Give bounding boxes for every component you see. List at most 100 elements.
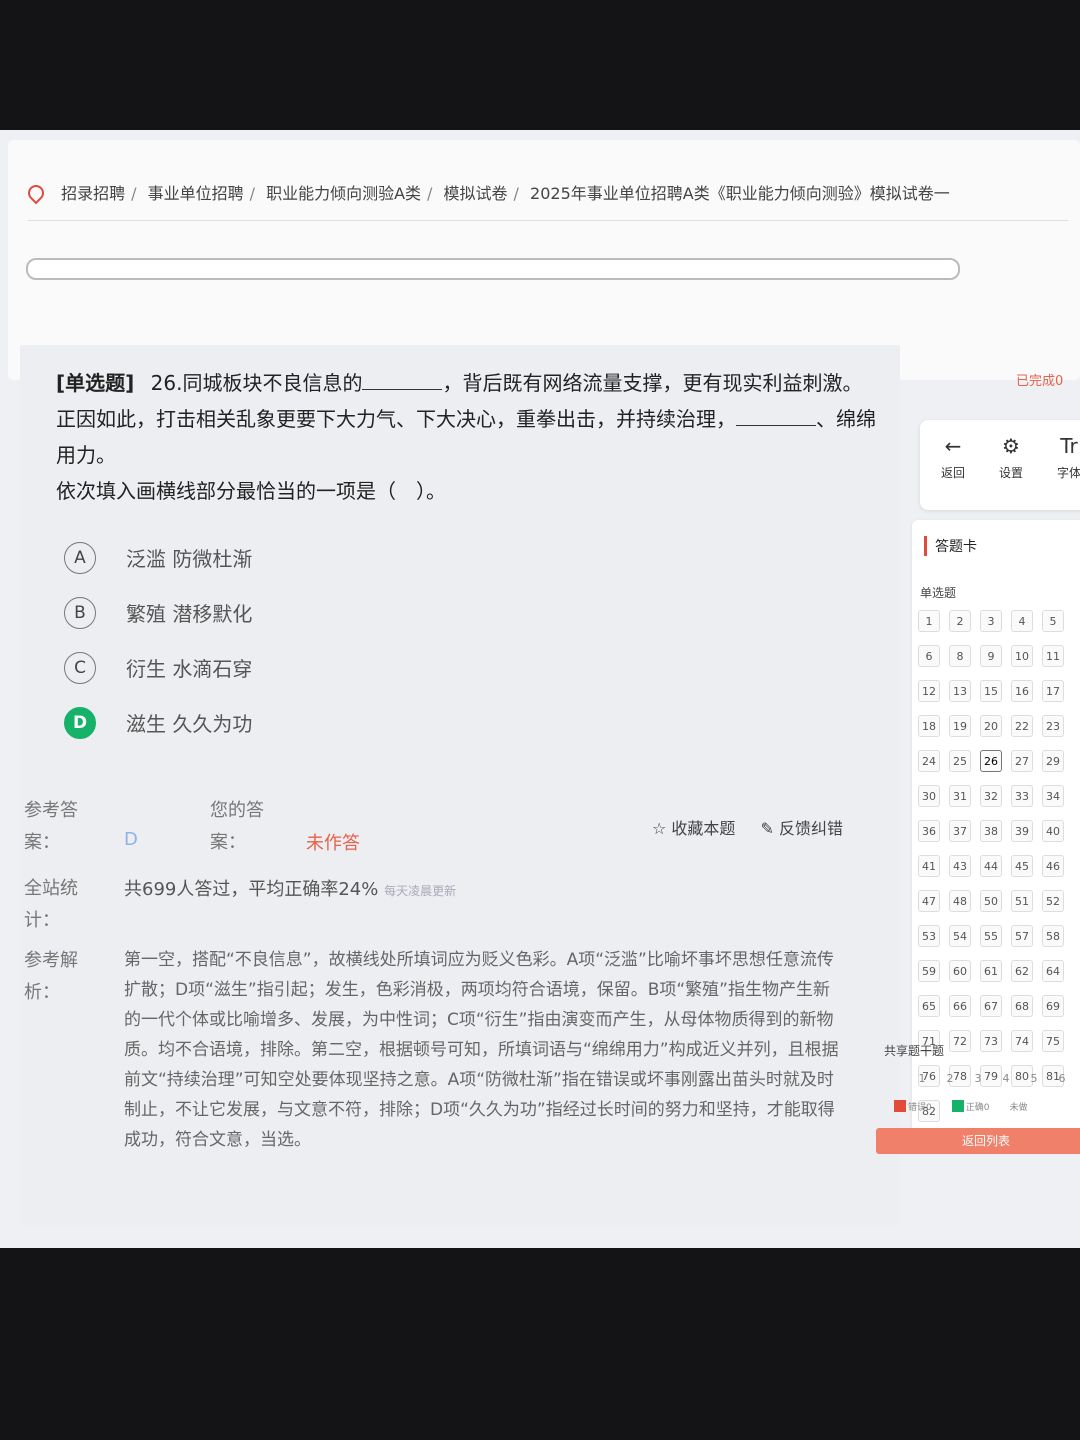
question-number-cell[interactable]: 48 bbox=[949, 890, 971, 912]
shared-question-cell[interactable]: 5 bbox=[1024, 1068, 1044, 1088]
options-list: A 泛滥 防微杜渐 B 繁殖 潜移默化 C 衍生 水滴石穿 D 滋生 久久为功 bbox=[64, 530, 252, 750]
shared-question-cell[interactable]: 2 bbox=[940, 1068, 960, 1088]
wrong-swatch-icon bbox=[894, 1100, 906, 1112]
shared-question-cell[interactable]: 3 bbox=[968, 1068, 988, 1088]
option-a[interactable]: A 泛滥 防微杜渐 bbox=[64, 530, 252, 585]
question-number-cell[interactable]: 73 bbox=[980, 1030, 1002, 1052]
favorite-button[interactable]: ☆ 收藏本题 bbox=[652, 819, 735, 838]
question-number-cell[interactable]: 15 bbox=[980, 680, 1002, 702]
question-number-cell[interactable]: 62 bbox=[1011, 960, 1033, 982]
question-number-cell[interactable]: 33 bbox=[1011, 785, 1033, 807]
question-text-1: 26.同城板块不良信息的 bbox=[150, 371, 363, 395]
question-number-cell[interactable]: 8 bbox=[949, 645, 971, 667]
breadcrumb-item-5: 2025年事业单位招聘A类《职业能力倾向测验》模拟试卷一 bbox=[530, 184, 950, 203]
blank-1 bbox=[362, 373, 443, 390]
breadcrumb-item-1[interactable]: 招录招聘 bbox=[61, 184, 125, 203]
question-number-cell[interactable]: 27 bbox=[1011, 750, 1033, 772]
question-number-cell[interactable]: 1 bbox=[918, 610, 940, 632]
question-number-cell[interactable]: 43 bbox=[949, 855, 971, 877]
option-letter: D bbox=[64, 706, 96, 739]
question-number-cell[interactable]: 31 bbox=[949, 785, 971, 807]
question-number-cell[interactable]: 39 bbox=[1011, 820, 1033, 842]
option-text: 繁殖 潜移默化 bbox=[126, 602, 253, 626]
option-c[interactable]: C 衍生 水滴石穿 bbox=[64, 640, 252, 695]
question-number-cell[interactable]: 40 bbox=[1042, 820, 1064, 842]
question-number-cell[interactable]: 13 bbox=[949, 680, 971, 702]
font-button[interactable]: Tr 字体 bbox=[1044, 434, 1080, 481]
question-number-cell[interactable]: 22 bbox=[1011, 715, 1033, 737]
question-number-cell[interactable]: 50 bbox=[980, 890, 1002, 912]
shared-question-cell[interactable]: 4 bbox=[996, 1068, 1016, 1088]
question-number-cell[interactable]: 65 bbox=[918, 995, 940, 1017]
question-number-cell[interactable]: 36 bbox=[918, 820, 940, 842]
question-number-cell[interactable]: 32 bbox=[980, 785, 1002, 807]
question-number-cell[interactable]: 24 bbox=[918, 750, 940, 772]
question-number-cell[interactable]: 30 bbox=[918, 785, 940, 807]
question-number-cell[interactable]: 55 bbox=[980, 925, 1002, 947]
question-number-cell[interactable]: 68 bbox=[1011, 995, 1033, 1017]
question-number-cell[interactable]: 67 bbox=[980, 995, 1002, 1017]
tool-panel: ← 返回 ⚙ 设置 Tr 字体 bbox=[920, 420, 1080, 510]
question-number-cell[interactable]: 25 bbox=[949, 750, 971, 772]
breadcrumb-item-2[interactable]: 事业单位招聘 bbox=[148, 184, 244, 203]
question-number-cell[interactable]: 51 bbox=[1011, 890, 1033, 912]
question-number-cell[interactable]: 23 bbox=[1042, 715, 1064, 737]
shared-question-cell[interactable]: 6 bbox=[1052, 1068, 1072, 1088]
option-text: 衍生 水滴石穿 bbox=[126, 657, 253, 681]
question-number-cell[interactable]: 12 bbox=[918, 680, 940, 702]
question-number-cell[interactable]: 16 bbox=[1011, 680, 1033, 702]
analysis-label: 参考解析： bbox=[24, 950, 78, 1003]
question-number-cell[interactable]: 47 bbox=[918, 890, 940, 912]
shared-question-cell[interactable]: 1 bbox=[912, 1068, 932, 1088]
question-number-cell[interactable]: 26 bbox=[980, 750, 1002, 772]
question-number-cell[interactable]: 57 bbox=[1011, 925, 1033, 947]
feedback-button[interactable]: ✎ 反馈纠错 bbox=[761, 819, 844, 838]
question-number-cell[interactable]: 6 bbox=[918, 645, 940, 667]
option-b[interactable]: B 繁殖 潜移默化 bbox=[64, 585, 252, 640]
question-number-cell[interactable]: 4 bbox=[1011, 610, 1033, 632]
question-number-cell[interactable]: 52 bbox=[1042, 890, 1064, 912]
question-number-cell[interactable]: 11 bbox=[1042, 645, 1064, 667]
question-number-cell[interactable]: 69 bbox=[1042, 995, 1064, 1017]
question-number-cell[interactable]: 41 bbox=[918, 855, 940, 877]
question-number-cell[interactable]: 2 bbox=[949, 610, 971, 632]
question-number-cell[interactable]: 18 bbox=[918, 715, 940, 737]
question-number-cell[interactable]: 66 bbox=[949, 995, 971, 1017]
question-number-cell[interactable]: 61 bbox=[980, 960, 1002, 982]
question-number-cell[interactable]: 72 bbox=[949, 1030, 971, 1052]
arrow-left-icon: ← bbox=[944, 434, 962, 458]
question-number-cell[interactable]: 38 bbox=[980, 820, 1002, 842]
question-number-cell[interactable]: 3 bbox=[980, 610, 1002, 632]
question-number-cell[interactable]: 54 bbox=[949, 925, 971, 947]
question-number-cell[interactable]: 75 bbox=[1042, 1030, 1064, 1052]
question-number-cell[interactable]: 5 bbox=[1042, 610, 1064, 632]
question-number-cell[interactable]: 64 bbox=[1042, 960, 1064, 982]
question-number-cell[interactable]: 37 bbox=[949, 820, 971, 842]
return-list-button[interactable]: 返回列表 bbox=[876, 1128, 1080, 1154]
settings-button[interactable]: ⚙ 设置 bbox=[986, 434, 1036, 481]
question-number-cell[interactable]: 9 bbox=[980, 645, 1002, 667]
question-number-cell[interactable]: 45 bbox=[1011, 855, 1033, 877]
question-number-cell[interactable]: 29 bbox=[1042, 750, 1064, 772]
back-button[interactable]: ← 返回 bbox=[928, 434, 978, 481]
question-number-cell[interactable]: 46 bbox=[1042, 855, 1064, 877]
question-number-cell[interactable]: 74 bbox=[1011, 1030, 1033, 1052]
question-number-cell[interactable]: 34 bbox=[1042, 785, 1064, 807]
breadcrumb-item-4[interactable]: 模拟试卷 bbox=[444, 184, 508, 203]
question-number-cell[interactable]: 60 bbox=[949, 960, 971, 982]
question-number-cell[interactable]: 59 bbox=[918, 960, 940, 982]
question-number-cell[interactable]: 10 bbox=[1011, 645, 1033, 667]
question-number-cell[interactable]: 20 bbox=[980, 715, 1002, 737]
section-shared-stem: 共享题干题 bbox=[884, 1044, 945, 1058]
browser-screen: 招录招聘 / 事业单位招聘 / 职业能力倾向测验A类 / 模拟试卷/ 2025年事业单… bbox=[0, 130, 1080, 1248]
location-pin-icon bbox=[24, 181, 48, 205]
question-number-cell[interactable]: 58 bbox=[1042, 925, 1064, 947]
question-number-cell[interactable]: 19 bbox=[949, 715, 971, 737]
right-swatch-icon bbox=[951, 1100, 964, 1112]
question-number-cell[interactable]: 17 bbox=[1042, 680, 1064, 702]
legend: 错误0 正确0 未做 bbox=[894, 1100, 1028, 1113]
breadcrumb-item-3[interactable]: 职业能力倾向测验A类 bbox=[266, 184, 421, 203]
option-d[interactable]: D 滋生 久久为功 bbox=[64, 695, 252, 750]
question-number-cell[interactable]: 53 bbox=[918, 925, 940, 947]
question-number-cell[interactable]: 44 bbox=[980, 855, 1002, 877]
